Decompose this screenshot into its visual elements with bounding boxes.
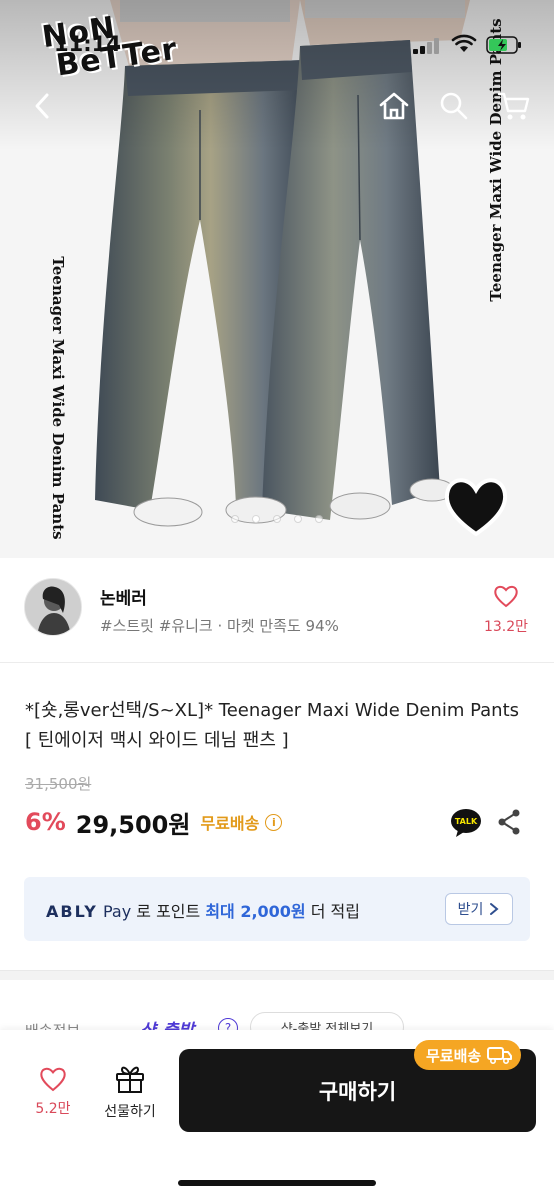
search-button[interactable] (434, 86, 474, 126)
battery-icon (486, 36, 521, 54)
cart-button[interactable] (494, 86, 534, 126)
seller-tags: #스트릿 #유니크 · 마켓 만족도 94% (100, 617, 339, 635)
like-button[interactable]: 5.2만 (24, 1066, 82, 1118)
seller-name[interactable]: 논베러 (100, 584, 147, 609)
carousel-indicator (0, 515, 554, 523)
signal-icon (413, 38, 439, 54)
status-bar: 11:14 (0, 28, 554, 64)
bottom-action-bar: 5.2만 선물하기 구매하기 무료배송 (0, 1030, 554, 1200)
status-time: 11:14 (54, 32, 121, 56)
wifi-icon (451, 34, 477, 52)
kakaotalk-button[interactable]: TALK (450, 808, 482, 842)
seller-like-button[interactable]: 13.2만 (478, 584, 534, 636)
home-icon (379, 92, 409, 120)
divider (0, 662, 554, 663)
gift-label: 선물하기 (104, 1104, 156, 1120)
product-title: *[숏,롱ver선택/S~XL]* Teenager Maxi Wide Den… (25, 700, 520, 751)
pay-points-banner[interactable]: ABLY Pay 로 포인트 최대 2,000원 더 적립 받기 (24, 877, 530, 941)
like-count: 5.2만 (35, 1101, 71, 1117)
ably-brand: ABLY (46, 902, 98, 921)
seller-avatar[interactable] (24, 578, 82, 636)
cart-icon (497, 92, 530, 120)
original-price: 31,500원 (25, 775, 92, 793)
info-icon[interactable]: i (265, 813, 283, 831)
seller-like-count: 13.2만 (483, 619, 529, 635)
max-points: 최대 2,000원 (205, 902, 306, 921)
search-icon (440, 92, 468, 120)
free-shipping-label: 무료배송 (200, 814, 260, 833)
avatar-image (25, 579, 81, 635)
heart-sticker-icon (444, 478, 508, 537)
section-separator (0, 970, 554, 980)
pay-banner-text: ABLY Pay 로 포인트 최대 2,000원 더 적립 (46, 902, 360, 921)
truck-icon (487, 1047, 513, 1064)
svg-text:TALK: TALK (455, 817, 478, 826)
carousel-dot[interactable] (315, 515, 323, 523)
heart-outline-icon (40, 1067, 66, 1092)
receive-button[interactable]: 받기 (445, 893, 513, 925)
back-icon (35, 93, 49, 119)
chevron-right-icon (490, 903, 499, 915)
home-button[interactable] (374, 86, 414, 126)
share-icon (498, 809, 520, 835)
back-button[interactable] (22, 86, 62, 126)
seller-section[interactable]: 논베러 #스트릿 #유니크 · 마켓 만족도 94% 13.2만 (0, 574, 554, 644)
price-row: 6% 29,500원 무료배송 i (25, 805, 283, 839)
gift-button[interactable]: 선물하기 (96, 1064, 164, 1121)
carousel-dot[interactable] (273, 515, 281, 523)
heart-outline-icon (494, 585, 518, 608)
gift-icon (116, 1066, 144, 1093)
carousel-dot[interactable] (231, 515, 239, 523)
share-button[interactable] (496, 808, 522, 840)
carousel-dot[interactable] (294, 515, 302, 523)
product-image[interactable]: NoN BeTTer Teenager Maxi Wide Denim Pant… (0, 0, 554, 558)
free-shipping-badge: 무료배송 (414, 1040, 522, 1070)
discount-rate: 6% (25, 808, 66, 836)
sale-price: 29,500원 (75, 810, 191, 839)
talk-icon: TALK (451, 809, 481, 837)
home-indicator (178, 1180, 376, 1186)
side-caption-left: Teenager Maxi Wide Denim Pants (49, 256, 67, 540)
carousel-dot[interactable] (252, 515, 260, 523)
